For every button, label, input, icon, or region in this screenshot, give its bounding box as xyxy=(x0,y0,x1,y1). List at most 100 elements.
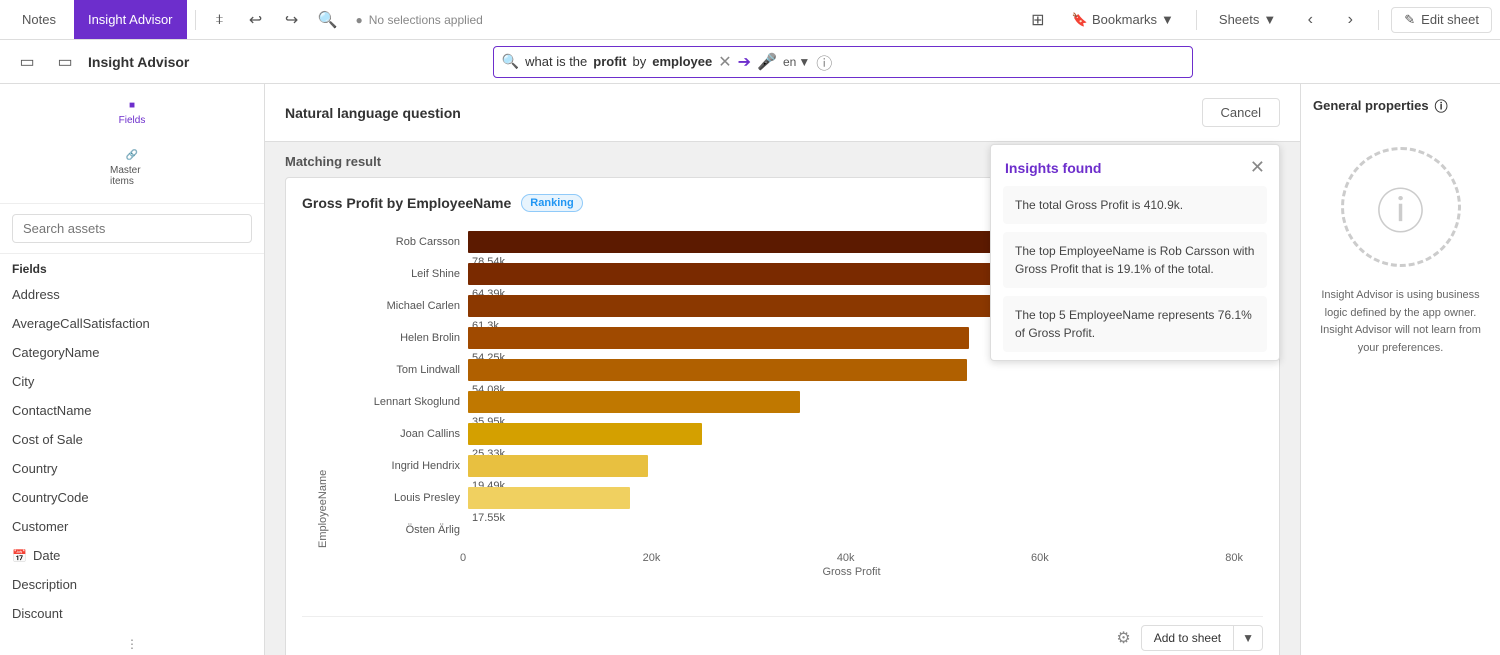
bar-fill xyxy=(468,423,702,445)
field-label: Country xyxy=(12,461,58,476)
add-to-sheet-button[interactable]: Add to sheet ▼ xyxy=(1141,625,1263,651)
info-circle: ⓘ xyxy=(1341,147,1461,267)
page-title: Insight Advisor xyxy=(88,54,189,70)
bar-label: Lennart Skoglund xyxy=(338,396,468,408)
search-icon: 🔍 xyxy=(502,53,519,70)
chart-footer: ⚙ Add to sheet ▼ xyxy=(302,616,1263,651)
field-label: Customer xyxy=(12,519,68,534)
insight-advisor-tab[interactable]: Insight Advisor xyxy=(74,0,187,39)
ranking-badge: Ranking xyxy=(521,194,582,212)
chevron-down-icon-2: ▼ xyxy=(1263,12,1276,27)
field-label: CountryCode xyxy=(12,490,89,505)
insights-close-button[interactable]: ✕ xyxy=(1250,157,1265,178)
insight-item-1: The total Gross Profit is 410.9k. xyxy=(1003,186,1267,224)
search-assets-input[interactable] xyxy=(12,214,252,243)
bar-label: Tom Lindwall xyxy=(338,364,468,376)
sidebar-field-item[interactable]: 📅 Date xyxy=(0,541,264,570)
sidebar-item-master-items[interactable]: 🔗 Master items xyxy=(106,142,158,195)
sheets-btn[interactable]: Sheets ▼ xyxy=(1209,8,1286,31)
master-items-icon: 🔗 xyxy=(126,150,138,161)
sidebar: ■ Fields 🔗 Master items Fields AddressAv… xyxy=(0,84,265,655)
fields-icon: ■ xyxy=(129,100,135,111)
bar-label: Rob Carsson xyxy=(338,236,468,248)
grid-icon[interactable]: ⊞ xyxy=(1022,4,1054,36)
insights-header: Insights found ✕ xyxy=(991,145,1279,186)
insights-title: Insights found xyxy=(1005,160,1101,176)
smart-search-icon[interactable]: 🔍 xyxy=(312,4,344,36)
sidebar-field-item[interactable]: Description xyxy=(0,570,264,599)
bookmarks-btn[interactable]: 🔖 Bookmarks ▼ xyxy=(1062,8,1184,32)
add-to-sheet-main-button[interactable]: Add to sheet xyxy=(1142,626,1233,650)
center-content: Natural language question Cancel Matchin… xyxy=(265,84,1300,655)
insight-item-2: The top EmployeeName is Rob Carsson with… xyxy=(1003,232,1267,288)
bar-fill xyxy=(468,295,1034,317)
scroll-indicator: ⋮ xyxy=(0,633,264,655)
search-employee-text: employee xyxy=(652,54,712,69)
edit-sheet-button[interactable]: ✎ Edit sheet xyxy=(1391,7,1492,33)
sidebar-field-item[interactable]: Country xyxy=(0,454,264,483)
field-label: Description xyxy=(12,577,77,592)
selection-icon[interactable]: ⧧ xyxy=(204,4,236,36)
field-label: AverageCallSatisfaction xyxy=(12,316,150,331)
bar-container: 19.49k xyxy=(468,455,1243,477)
insights-panel: Insights found ✕ The total Gross Profit … xyxy=(990,144,1280,361)
calendar-icon: 📅 xyxy=(12,549,27,563)
help-icon[interactable]: ⓘ xyxy=(1435,96,1448,115)
field-label: Cost of Sale xyxy=(12,432,83,447)
bar-fill xyxy=(468,391,800,413)
panel-toggle-left[interactable]: ▭ xyxy=(12,47,42,77)
sidebar-field-item[interactable]: AverageCallSatisfaction xyxy=(0,309,264,338)
bar-label: Östen Ärlig xyxy=(338,524,468,536)
bar-container: 17.55k xyxy=(468,487,1243,509)
x-tick: 80k xyxy=(1225,552,1243,564)
field-label: CategoryName xyxy=(12,345,99,360)
sidebar-field-item[interactable]: ContactName xyxy=(0,396,264,425)
next-sheet-icon[interactable]: › xyxy=(1334,4,1366,36)
notes-tab[interactable]: Notes xyxy=(8,0,70,39)
x-tick: 0 xyxy=(460,552,466,564)
chart-bar-row: Östen Ärlig xyxy=(338,516,1243,544)
field-label: Date xyxy=(33,548,60,563)
topbar-right: ⊞ 🔖 Bookmarks ▼ Sheets ▼ ‹ › ✎ Edit shee… xyxy=(1022,4,1492,36)
sidebar-field-item[interactable]: CategoryName xyxy=(0,338,264,367)
separator xyxy=(195,10,196,30)
bar-container: 54.08k xyxy=(468,359,1243,381)
no-selections-label: ● No selections applied xyxy=(348,13,491,27)
right-panel-title: General properties ⓘ xyxy=(1313,96,1448,115)
bar-fill xyxy=(468,263,1062,285)
sidebar-field-item[interactable]: CountryCode xyxy=(0,483,264,512)
sidebar-field-item[interactable]: City xyxy=(0,367,264,396)
panel-toggle-right[interactable]: ▭ xyxy=(50,47,80,77)
search-profit-text: profit xyxy=(593,54,626,69)
sidebar-item-fields[interactable]: ■ Fields xyxy=(106,92,158,134)
undo-icon[interactable]: ↩ xyxy=(240,4,272,36)
sidebar-field-item[interactable]: Address xyxy=(0,280,264,309)
x-tick: 60k xyxy=(1031,552,1049,564)
sidebar-field-item[interactable]: Cost of Sale xyxy=(0,425,264,454)
info-icon[interactable]: ⓘ xyxy=(816,50,832,74)
add-to-sheet-dropdown-button[interactable]: ▼ xyxy=(1233,626,1262,650)
search-clear-button[interactable]: ✕ xyxy=(718,52,731,72)
right-panel-description: Insight Advisor is using business logic … xyxy=(1313,287,1488,357)
main-layout: ■ Fields 🔗 Master items Fields AddressAv… xyxy=(0,84,1500,655)
bar-label: Louis Presley xyxy=(338,492,468,504)
search-submit-button[interactable]: ➔ xyxy=(738,52,751,72)
configure-icon[interactable]: ⚙ xyxy=(1116,628,1130,648)
sidebar-field-item[interactable]: Customer xyxy=(0,512,264,541)
master-items-label: Master items xyxy=(110,165,154,187)
bar-container: 35.95k xyxy=(468,391,1243,413)
field-label: ContactName xyxy=(12,403,91,418)
cancel-button[interactable]: Cancel xyxy=(1202,98,1280,127)
pencil-icon: ✎ xyxy=(1404,12,1415,28)
chart-bar-row: Louis Presley 17.55k xyxy=(338,484,1243,512)
chart-bar-row: Lennart Skoglund 35.95k xyxy=(338,388,1243,416)
microphone-icon[interactable]: 🎤 xyxy=(757,52,777,72)
field-label: City xyxy=(12,374,34,389)
language-selector[interactable]: en ▼ xyxy=(783,55,810,69)
chart-title: Gross Profit by EmployeeName xyxy=(302,195,511,211)
redo-icon[interactable]: ↪ xyxy=(276,4,308,36)
sidebar-field-item[interactable]: Discount xyxy=(0,599,264,628)
topbar: Notes Insight Advisor ⧧ ↩ ↪ 🔍 ● No selec… xyxy=(0,0,1500,40)
prev-sheet-icon[interactable]: ‹ xyxy=(1294,4,1326,36)
chart-bar-row: Joan Callins 25.33k xyxy=(338,420,1243,448)
